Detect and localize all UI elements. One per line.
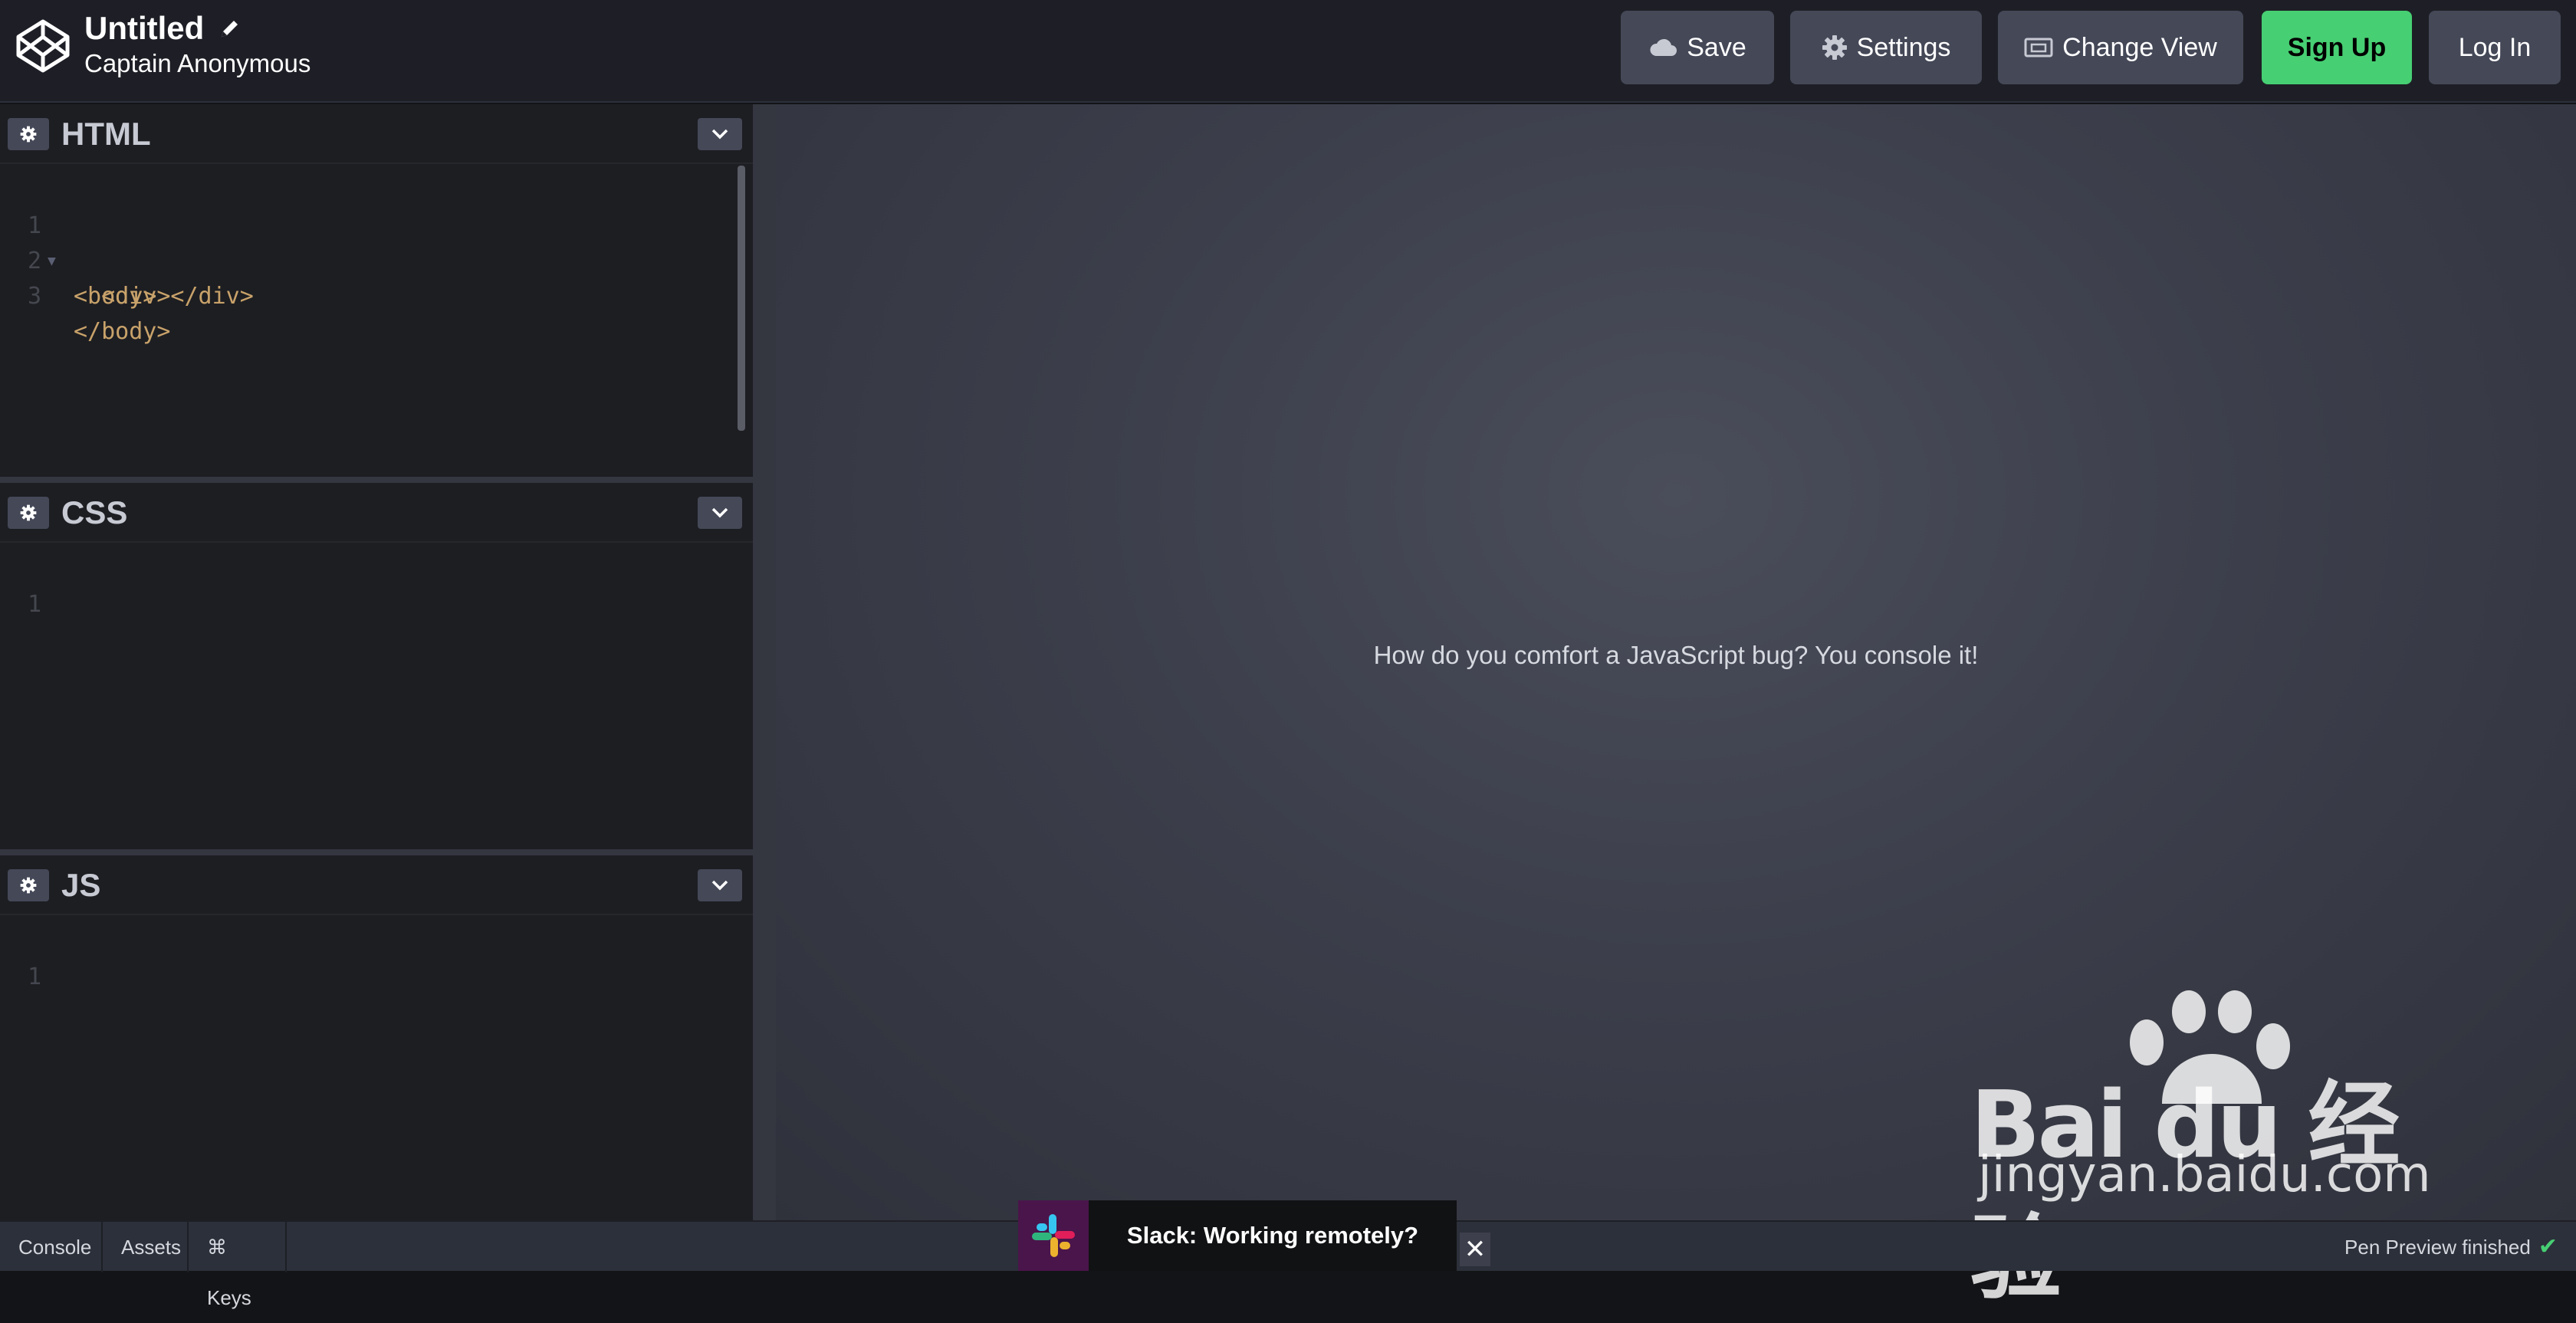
gear-icon [1822, 35, 1847, 60]
css-code-area[interactable]: 1 [0, 543, 753, 849]
line-number: 1 [28, 964, 42, 990]
watermark-url: jingyan.baidu.com [1978, 1147, 2431, 1203]
editor-resize-handle[interactable] [0, 849, 753, 855]
code-line: 1 [0, 924, 111, 990]
css-editor-title: CSS [61, 494, 128, 530]
line-number: 1 [28, 591, 42, 618]
ad-text[interactable]: Slack: Working remotely? [1089, 1222, 1457, 1249]
baidu-jingyan-watermark: Bai du 经验 jingyan.baidu.com [1970, 989, 2461, 1312]
top-header: Untitled Captain Anonymous Save Settings… [0, 0, 2576, 103]
slack-logo-icon [1018, 1200, 1089, 1271]
checkmark-icon: ✔ [2538, 1234, 2558, 1259]
save-button[interactable]: Save [1621, 11, 1774, 84]
preview-text: How do you comfort a JavaScript bug? You… [1373, 641, 1979, 669]
code-line: 3 </body> [0, 244, 170, 345]
change-view-label: Change View [2062, 32, 2217, 62]
pencil-icon[interactable] [219, 17, 242, 40]
css-settings-button[interactable] [8, 497, 49, 529]
console-tab[interactable]: Console [0, 1222, 103, 1272]
chevron-down-icon [711, 507, 728, 518]
pen-title[interactable]: Untitled [84, 9, 204, 48]
html-collapse-button[interactable] [698, 118, 742, 150]
settings-label: Settings [1856, 32, 1951, 62]
css-editor-header: CSS [0, 483, 753, 543]
cloud-icon [1650, 38, 1677, 56]
settings-button[interactable]: Settings [1790, 11, 1982, 84]
html-code-area[interactable]: 1 ▼ <body> 2 <div></div> 3 </body> [0, 164, 753, 477]
css-collapse-button[interactable] [698, 497, 742, 529]
editors-column: HTML 1 ▼ <body> 2 <div></div> 3 </body> [0, 104, 753, 1220]
css-editor: CSS 1 [0, 483, 753, 849]
gear-icon [20, 126, 37, 143]
gear-icon [20, 504, 37, 521]
pen-author: Captain Anonymous [84, 49, 311, 77]
js-collapse-button[interactable] [698, 869, 742, 901]
code-line: 1 ▼ <body> [0, 173, 156, 310]
html-editor-scrollbar[interactable] [738, 166, 745, 431]
html-settings-button[interactable] [8, 118, 49, 150]
code-line: 2 <div></div> [0, 208, 254, 310]
js-editor: JS 1 [0, 855, 753, 1220]
js-settings-button[interactable] [8, 869, 49, 901]
close-ad-button[interactable]: ✕ [1460, 1233, 1490, 1266]
html-editor-header: HTML [0, 104, 753, 164]
save-label: Save [1687, 32, 1746, 62]
chevron-down-icon [711, 880, 728, 891]
js-editor-header: JS [0, 855, 753, 915]
keys-tab[interactable]: ⌘ Keys [189, 1222, 287, 1309]
preview-status: Pen Preview finished ✔ [2344, 1222, 2558, 1272]
sign-up-button[interactable]: Sign Up [2262, 11, 2412, 84]
code-text: </body> [74, 318, 171, 345]
line-number: 3 [28, 283, 42, 310]
js-editor-title: JS [61, 867, 101, 903]
editor-resize-handle[interactable] [0, 477, 753, 483]
log-in-button[interactable]: Log In [2429, 11, 2561, 84]
html-editor: HTML 1 ▼ <body> 2 <div></div> 3 </body> [0, 104, 753, 477]
html-editor-title: HTML [61, 116, 151, 152]
js-code-area[interactable]: 1 [0, 915, 753, 1220]
assets-tab[interactable]: Assets [103, 1222, 189, 1272]
layout-icon [2024, 38, 2053, 57]
code-line: 1 [0, 552, 111, 618]
editor-preview-resizer[interactable] [753, 104, 776, 1220]
gear-icon [20, 877, 37, 894]
change-view-button[interactable]: Change View [1998, 11, 2243, 84]
pen-title-block: Untitled Captain Anonymous [84, 9, 310, 80]
codepen-logo-icon[interactable] [15, 18, 71, 74]
slack-ad-banner[interactable]: Slack: Working remotely? [1018, 1200, 1457, 1271]
status-text: Pen Preview finished [2344, 1236, 2531, 1259]
chevron-down-icon [711, 129, 728, 140]
